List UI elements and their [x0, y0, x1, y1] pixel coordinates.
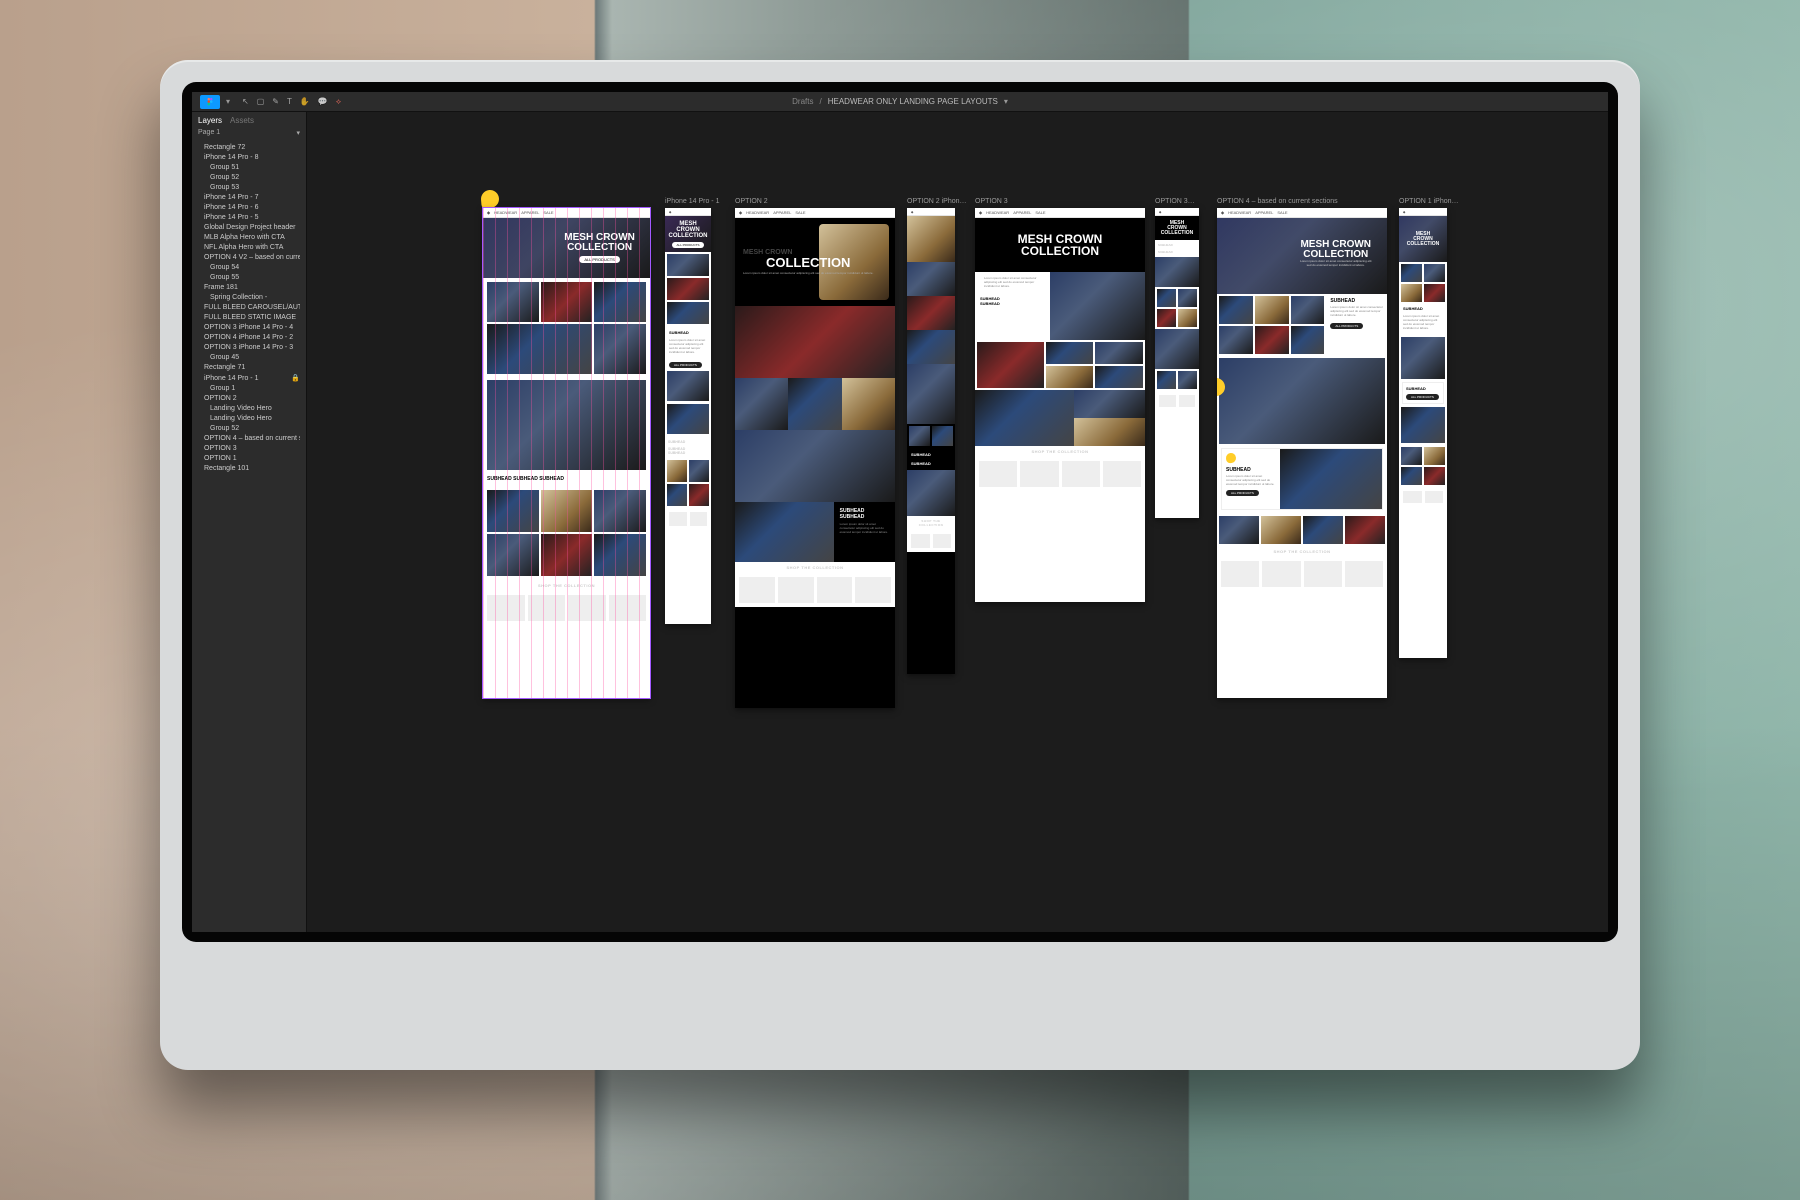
artboard-option-4-mobile[interactable]: ◆ MESH CROWNCOLLECTION SUBHEAD Lorem ips…	[1399, 208, 1447, 658]
layers-list: Rectangle 72iPhone 14 Pro - 8Group 51Gro…	[198, 143, 300, 473]
layer-row[interactable]: iPhone 14 Pro - 7	[198, 193, 300, 202]
artboard-label[interactable]: iPhone 14 Pro - 1	[665, 198, 719, 205]
layer-row[interactable]: MLB Alpha Hero with CTA	[198, 233, 300, 242]
comment-pin[interactable]	[480, 189, 500, 209]
layer-row[interactable]: Group 52	[198, 173, 300, 182]
layer-row[interactable]: OPTION 3 iPhone 14 Pro - 4	[198, 323, 300, 332]
artboard-label[interactable]: OPTION 3…	[1155, 198, 1195, 205]
artboard-option-2-mobile[interactable]: ◆ SUBHEAD SUBHEAD SHOP THE COLLECTION	[907, 208, 955, 674]
layer-row[interactable]: NFL Alpha Hero with CTA	[198, 243, 300, 252]
canvas[interactable]: ◆HEADWEARAPPARELSALE MESH CROWN COLLECTI…	[307, 112, 1608, 932]
imac-monitor: ▾ ↖ ▢ ✎ T ✋ 💬 ⟡ Drafts / HEADWEAR ONLY L…	[160, 60, 1640, 1070]
layer-row[interactable]: FULL BLEED STATIC IMAGE	[198, 313, 300, 322]
artboard-option-3-mobile[interactable]: ◆ MESH CROWNCOLLECTION SUBHEAD SUBHEAD	[1155, 208, 1199, 518]
layer-row[interactable]: Group 51	[198, 163, 300, 172]
artboard-label[interactable]: OPTION 4 – based on current sections	[1217, 198, 1338, 205]
chevron-down-icon[interactable]: ▾	[1004, 97, 1008, 106]
layer-row[interactable]: iPhone 14 Pro - 5	[198, 213, 300, 222]
text-tool-icon[interactable]: T	[287, 97, 292, 106]
layer-row[interactable]: OPTION 4 – based on current sections	[198, 434, 300, 443]
screen-bezel: ▾ ↖ ▢ ✎ T ✋ 💬 ⟡ Drafts / HEADWEAR ONLY L…	[182, 82, 1618, 942]
figma-window: ▾ ↖ ▢ ✎ T ✋ 💬 ⟡ Drafts / HEADWEAR ONLY L…	[192, 92, 1608, 932]
layer-row[interactable]: OPTION 3 iPhone 14 Pro - 3	[198, 343, 300, 352]
tab-assets[interactable]: Assets	[230, 116, 254, 125]
layer-row[interactable]: iPhone 14 Pro - 6	[198, 203, 300, 212]
layer-row[interactable]: Rectangle 72	[198, 143, 300, 152]
layer-row[interactable]: OPTION 2	[198, 394, 300, 403]
artboard-label[interactable]: OPTION 3	[975, 198, 1008, 205]
layer-row[interactable]: Rectangle 101	[198, 464, 300, 473]
artboard-label[interactable]: OPTION 1 iPhon…	[1399, 198, 1459, 205]
layer-row[interactable]: iPhone 14 Pro - 8	[198, 153, 300, 162]
toolbar-tools: ↖ ▢ ✎ T ✋ 💬 ⟡	[242, 97, 341, 107]
figma-menu-button[interactable]	[200, 95, 220, 109]
left-panel: Layers Assets Page 1▾ Rectangle 72iPhone…	[192, 112, 307, 932]
artboard-option-4[interactable]: ◆HEADWEARAPPARELSALE MESH CROWN COLLECTI…	[1217, 208, 1387, 698]
move-tool-icon[interactable]: ↖	[242, 97, 249, 106]
frame-tool-icon[interactable]: ▢	[257, 97, 265, 106]
mock-nav: ◆HEADWEARAPPARELSALE	[483, 208, 650, 218]
chevron-down-icon[interactable]: ▾	[226, 97, 230, 106]
layer-row[interactable]: Group 1	[198, 384, 300, 393]
artboard-label[interactable]: OPTION 2 iPhon…	[907, 198, 967, 205]
panel-tabs: Layers Assets	[198, 116, 300, 125]
layer-row[interactable]: OPTION 4 iPhone 14 Pro - 2	[198, 333, 300, 342]
layer-row[interactable]: Group 55	[198, 273, 300, 282]
layer-row[interactable]: Group 53	[198, 183, 300, 192]
layer-row[interactable]: Spring Collection -	[198, 293, 300, 302]
comment-tool-icon[interactable]: 💬	[318, 97, 328, 106]
figma-logo-icon	[205, 97, 215, 107]
layer-row[interactable]: Landing Video Hero	[198, 404, 300, 413]
layer-row[interactable]: Frame 181	[198, 283, 300, 292]
layer-row[interactable]: iPhone 14 Pro - 1🔒	[198, 373, 300, 383]
mock-full-image	[487, 380, 646, 470]
layer-row[interactable]: Rectangle 71	[198, 363, 300, 372]
hand-tool-icon[interactable]: ✋	[300, 97, 310, 106]
layer-row[interactable]: Group 54	[198, 263, 300, 272]
imac-chin	[160, 942, 1640, 1070]
tab-layers[interactable]: Layers	[198, 116, 222, 125]
layer-row[interactable]: OPTION 3	[198, 444, 300, 453]
artboard-option-2[interactable]: ◆HEADWEARAPPARELSALE MESH CROWN COLLECTI…	[735, 208, 895, 708]
page-selector[interactable]: Page 1▾	[198, 129, 300, 137]
chevron-down-icon: ▾	[296, 129, 300, 137]
breadcrumb-folder[interactable]: Drafts	[792, 97, 813, 106]
figma-titlebar: ▾ ↖ ▢ ✎ T ✋ 💬 ⟡ Drafts / HEADWEAR ONLY L…	[192, 92, 1608, 112]
mock-hero: MESH CROWN COLLECTION ALL PRODUCTS	[483, 218, 650, 278]
layer-row[interactable]: Group 45	[198, 353, 300, 362]
file-breadcrumb[interactable]: Drafts / HEADWEAR ONLY LANDING PAGE LAYO…	[792, 97, 1008, 106]
artboard-option-1-mobile[interactable]: ◆ MESH CROWNCOLLECTIONALL PRODUCTS SUBHE…	[665, 208, 711, 624]
artboard-option-1[interactable]: ◆HEADWEARAPPARELSALE MESH CROWN COLLECTI…	[483, 208, 650, 698]
layer-row[interactable]: Landing Video Hero	[198, 414, 300, 423]
layer-row[interactable]: Group 52	[198, 424, 300, 433]
dev-tool-icon[interactable]: ⟡	[336, 97, 341, 107]
artboard-label[interactable]: OPTION 2	[735, 198, 768, 205]
layer-row[interactable]: OPTION 4 V2 – based on current secti…	[198, 253, 300, 262]
layer-row[interactable]: Global Design Project header	[198, 223, 300, 232]
file-name[interactable]: HEADWEAR ONLY LANDING PAGE LAYOUTS	[828, 97, 998, 106]
layer-row[interactable]: FULL BLEED CAROUSEL/AUTO ROTATE	[198, 303, 300, 312]
mock-subhead: SUBHEAD SUBHEAD SUBHEAD	[483, 472, 650, 486]
pen-tool-icon[interactable]: ✎	[272, 97, 279, 106]
artboard-option-3[interactable]: ◆HEADWEARAPPARELSALE MESH CROWNCOLLECTIO…	[975, 208, 1145, 602]
layer-row[interactable]: OPTION 1	[198, 454, 300, 463]
